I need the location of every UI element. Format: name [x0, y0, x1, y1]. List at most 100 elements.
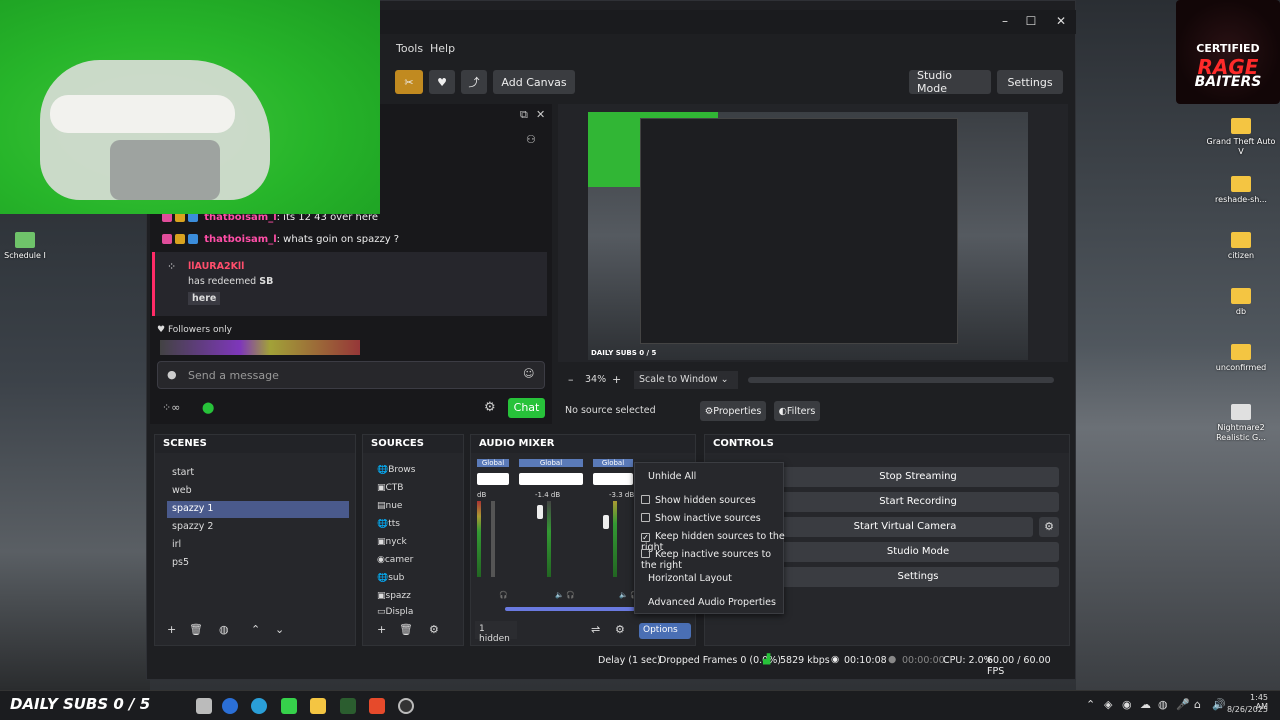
popout-icon[interactable]: ⧉ [520, 108, 528, 122]
mixer-options-icon[interactable]: ⇌ [591, 623, 600, 636]
studio-mode-toggle[interactable]: Studio Mode [777, 542, 1059, 562]
stop-streaming-button[interactable]: Stop Streaming [777, 467, 1059, 487]
scene-item[interactable]: ps5 [167, 555, 349, 572]
source-item[interactable]: ▣nyck [377, 537, 443, 553]
scene-item[interactable]: spazzy 2 [167, 519, 349, 536]
emote-row[interactable] [160, 340, 360, 355]
scale-mode-select[interactable]: Scale to Window ⌄ [634, 371, 738, 389]
start-recording-button[interactable]: Start Recording [777, 492, 1059, 512]
heart-icon[interactable]: ♥ [429, 70, 455, 94]
mute-icon[interactable]: 🔈 🎧 [555, 591, 575, 599]
taskview-icon[interactable] [196, 698, 212, 714]
microphone-icon[interactable]: 🎤 [1176, 698, 1190, 711]
source-item[interactable]: ◉camer [377, 555, 443, 571]
gear-icon[interactable]: ⚙ [429, 623, 439, 636]
zoom-in-icon[interactable]: + [612, 373, 621, 386]
extension-icon[interactable]: ⬤ [202, 401, 214, 414]
tray-icon[interactable]: ☁ [1140, 698, 1151, 711]
filters-button[interactable]: ◐ Filters [774, 401, 820, 421]
tray-icon[interactable]: ◍ [1158, 698, 1168, 711]
chat-send-button[interactable]: Chat [508, 398, 545, 418]
preview-overlay-text: DAILY SUBS 0 / 5 [591, 349, 657, 357]
source-item[interactable]: ▤nue [377, 501, 443, 517]
chat-close-icon[interactable]: ✕ [536, 108, 545, 121]
share-icon[interactable]: ⤴ [461, 70, 487, 94]
edge-icon[interactable] [251, 698, 267, 714]
add-icon[interactable]: + [167, 623, 176, 636]
chat-input[interactable]: Send a message [157, 361, 545, 389]
kick-icon[interactable] [281, 698, 297, 714]
desktop-icon-db[interactable]: db [1206, 288, 1276, 317]
maximize-icon[interactable]: ☐ [1016, 14, 1046, 28]
scene-item[interactable]: start [167, 465, 349, 482]
emote-icon[interactable]: ☺ [523, 367, 534, 380]
chat-settings-icon[interactable]: ⚙ [484, 400, 496, 415]
scene-item[interactable]: spazzy 1 [167, 501, 349, 518]
network-icon[interactable]: ⌂ [1194, 698, 1201, 711]
volume-field[interactable] [519, 473, 583, 485]
preview-scrollbar[interactable] [748, 377, 1054, 383]
brave-icon[interactable] [369, 698, 385, 714]
options-button[interactable]: Options [639, 623, 691, 639]
mixer-scrollbar[interactable] [505, 607, 635, 611]
gear-icon[interactable]: ⚙ [1039, 517, 1059, 537]
source-item[interactable]: 🌐tts [377, 519, 443, 535]
desktop-icon-nightmare[interactable]: Nightmare2 Realistic G... [1206, 404, 1276, 443]
volume-slider[interactable] [491, 501, 495, 577]
show-inactive-item[interactable]: Show inactive sources [635, 511, 785, 527]
obs-icon[interactable] [398, 698, 414, 714]
tray-icon[interactable]: ◉ [1122, 698, 1132, 711]
horizontal-layout-item[interactable]: Horizontal Layout [635, 571, 785, 587]
scissors-icon[interactable]: ✂ [395, 70, 423, 94]
studio-mode-button[interactable]: Studio Mode [909, 69, 991, 95]
unhide-all-item[interactable]: Unhide All [635, 469, 785, 485]
add-canvas-button[interactable]: Add Canvas [493, 70, 575, 94]
gear-icon[interactable]: ⚙ [615, 623, 625, 636]
source-item[interactable]: ▣spazz [377, 591, 443, 607]
scene-item[interactable]: web [167, 483, 349, 500]
desktop-icon-citizen[interactable]: citizen [1206, 232, 1276, 261]
filter-icon[interactable]: ◍ [219, 623, 229, 636]
scene-item[interactable]: irl [167, 537, 349, 554]
hidden-count[interactable]: 1 hidden [475, 621, 517, 644]
tray-icon[interactable]: ◈ [1104, 698, 1112, 711]
source-item[interactable]: 🌐Brows [377, 465, 443, 481]
menu-help[interactable]: Help [430, 42, 455, 55]
start-virtual-camera-button[interactable]: Start Virtual Camera [777, 517, 1033, 537]
volume-field[interactable] [477, 473, 509, 485]
desktop-icon-schedule[interactable]: Schedule I [0, 232, 60, 261]
desktop-icon-gta[interactable]: Grand Theft Auto V [1206, 118, 1276, 157]
volume-field[interactable] [593, 473, 633, 485]
source-item[interactable]: ▭Displa [377, 607, 443, 623]
keep-inactive-right-item[interactable]: Keep inactive sources to the right [635, 547, 785, 571]
add-icon[interactable]: + [377, 623, 386, 636]
folder-icon[interactable] [310, 698, 326, 714]
desktop-icon-unconfirmed[interactable]: unconfirmed [1206, 344, 1276, 373]
mute-icon[interactable]: 🎧 [499, 591, 508, 599]
settings-button[interactable]: Settings [997, 70, 1063, 94]
advanced-audio-item[interactable]: Advanced Audio Properties [635, 595, 785, 611]
close-icon[interactable]: ✕ [1046, 14, 1076, 28]
volume-slider-handle[interactable] [603, 515, 609, 529]
trash-icon[interactable]: 🗑 [399, 623, 413, 636]
down-icon[interactable]: ⌄ [275, 623, 284, 636]
settings-open-button[interactable]: Settings [777, 567, 1059, 587]
zoom-out-icon[interactable]: – [568, 373, 574, 386]
volume-icon[interactable]: 🔊 [1212, 698, 1226, 711]
tray-chevron-icon[interactable]: ⌃ [1086, 698, 1095, 711]
up-icon[interactable]: ⌃ [251, 623, 260, 636]
volume-slider-handle[interactable] [537, 505, 543, 519]
source-item[interactable]: ▣CTB [377, 483, 443, 499]
trash-icon[interactable]: 🗑 [189, 623, 203, 636]
keep-hidden-right-item[interactable]: Keep hidden sources to the right [635, 529, 785, 553]
channel-points-icon[interactable]: ⁘∞ [162, 401, 180, 414]
menu-tools[interactable]: Tools [396, 42, 423, 55]
properties-button[interactable]: ⚙ Properties [700, 401, 766, 421]
source-item[interactable]: 🌐sub [377, 573, 443, 589]
app-icon[interactable] [222, 698, 238, 714]
show-hidden-item[interactable]: Show hidden sources [635, 493, 785, 509]
desktop-icon-reshade[interactable]: reshade-sh... [1206, 176, 1276, 205]
points-icon[interactable]: ● [167, 368, 177, 381]
terminal-icon[interactable] [340, 698, 356, 714]
users-icon[interactable]: ⚇ [526, 133, 536, 146]
